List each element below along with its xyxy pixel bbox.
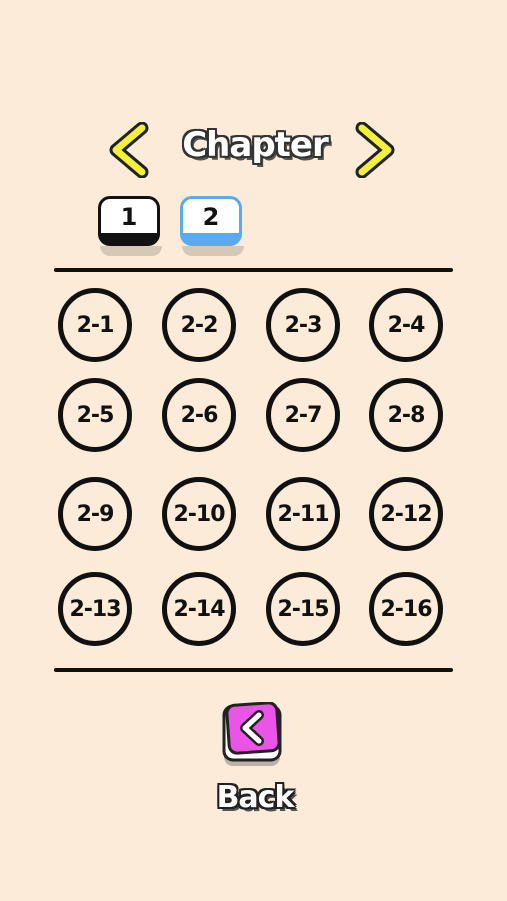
level-button[interactable]: 2-4: [369, 288, 443, 362]
level-button[interactable]: 2-13: [58, 572, 132, 646]
prev-chapter-button[interactable]: [108, 121, 152, 179]
back-label: Back: [216, 780, 295, 815]
level-label: 2-7: [284, 402, 323, 428]
chapter-tab-label: 1: [120, 203, 138, 231]
chevron-right-icon: [355, 121, 395, 179]
level-label: 2-13: [69, 596, 121, 622]
level-button[interactable]: 2-7: [266, 378, 340, 452]
chapter-tab-label: 2: [202, 203, 220, 231]
level-button[interactable]: 2-11: [266, 477, 340, 551]
level-button[interactable]: 2-6: [162, 378, 236, 452]
level-button[interactable]: 2-5: [58, 378, 132, 452]
level-label: 2-2: [180, 312, 219, 338]
tab-shadow: [182, 246, 244, 256]
level-button[interactable]: 2-10: [162, 477, 236, 551]
chapter-title: Chapter: [182, 125, 329, 165]
back-button[interactable]: [221, 701, 283, 768]
level-label: 2-10: [173, 501, 225, 527]
level-label: 2-5: [76, 402, 115, 428]
level-button[interactable]: 2-1: [58, 288, 132, 362]
bottom-divider: [54, 668, 453, 672]
level-label: 2-15: [277, 596, 329, 622]
level-label: 2-12: [380, 501, 432, 527]
level-button[interactable]: 2-12: [369, 477, 443, 551]
back-button-graphic: [222, 701, 282, 766]
level-label: 2-11: [277, 501, 329, 527]
chapter-tab-2[interactable]: 2: [180, 196, 242, 246]
level-label: 2-8: [387, 402, 426, 428]
level-label: 2-4: [387, 312, 426, 338]
chapter-tab-1[interactable]: 1: [98, 196, 160, 246]
level-button[interactable]: 2-2: [162, 288, 236, 362]
level-button[interactable]: 2-3: [266, 288, 340, 362]
chevron-left-icon: [109, 121, 149, 179]
level-label: 2-1: [76, 312, 115, 338]
level-label: 2-6: [180, 402, 219, 428]
level-button[interactable]: 2-15: [266, 572, 340, 646]
level-label: 2-16: [380, 596, 432, 622]
level-button[interactable]: 2-14: [162, 572, 236, 646]
next-chapter-button[interactable]: [352, 121, 396, 179]
level-label: 2-3: [284, 312, 323, 338]
level-button[interactable]: 2-16: [369, 572, 443, 646]
level-label: 2-14: [173, 596, 225, 622]
level-button[interactable]: 2-9: [58, 477, 132, 551]
level-label: 2-9: [76, 501, 115, 527]
level-button[interactable]: 2-8: [369, 378, 443, 452]
tab-shadow: [100, 246, 162, 256]
top-divider: [54, 268, 453, 272]
